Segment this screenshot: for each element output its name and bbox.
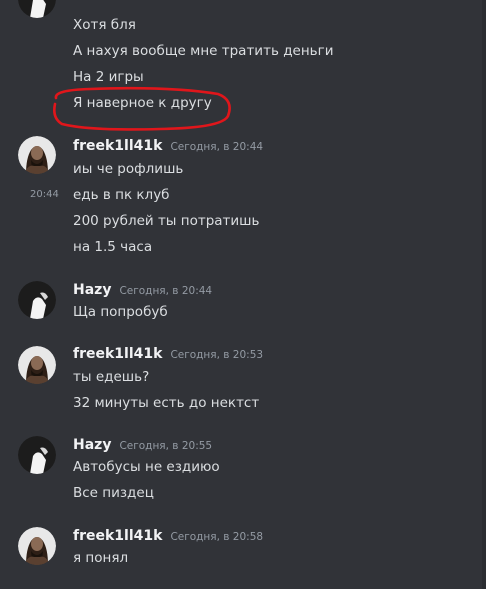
message-text: Я наверное к другу bbox=[73, 95, 212, 111]
skull-portrait-avatar-icon bbox=[18, 346, 56, 384]
scrollbar-track[interactable] bbox=[482, 0, 486, 589]
message-header: freek1ll41k Сегодня, в 20:58 bbox=[73, 528, 263, 548]
message-text: Автобусы не ездиюо bbox=[73, 459, 220, 475]
message-text: 200 рублей ты потратишь bbox=[73, 213, 260, 229]
hover-timestamp: 20:44 bbox=[30, 189, 59, 200]
author-name[interactable]: Hazy bbox=[73, 282, 111, 298]
message-header: freek1ll41k Сегодня, в 20:53 bbox=[73, 346, 263, 366]
message-text: Ща попробуб bbox=[73, 304, 168, 320]
author-name[interactable]: Hazy bbox=[73, 437, 111, 453]
skull-portrait-avatar-icon bbox=[18, 136, 56, 174]
hazy-avatar[interactable] bbox=[18, 436, 56, 474]
message-text: едь в пк клуб bbox=[73, 187, 170, 203]
message-header: Hazy Сегодня, в 20:55 bbox=[73, 437, 212, 457]
message-timestamp: Сегодня, в 20:44 bbox=[170, 141, 264, 153]
message-text: Хотя бля bbox=[73, 17, 136, 33]
message-text: на 1.5 часа bbox=[73, 239, 153, 255]
message-header: Hazy Сегодня, в 20:44 bbox=[73, 282, 212, 302]
white-figure-avatar-icon bbox=[18, 281, 56, 319]
message-text: иы че рофлишь bbox=[73, 161, 184, 177]
white-figure-avatar-icon bbox=[18, 436, 56, 474]
message-text: я понял bbox=[73, 550, 129, 566]
white-figure-avatar-icon bbox=[18, 0, 56, 18]
message-text: А нахуя вообще мне тратить деньги bbox=[73, 43, 334, 59]
skull-portrait-avatar-icon bbox=[18, 527, 56, 565]
message-text: 32 минуты есть до нектст bbox=[73, 395, 260, 411]
freek1ll41k-avatar[interactable] bbox=[18, 346, 56, 384]
message-header: freek1ll41k Сегодня, в 20:44 bbox=[73, 138, 263, 158]
hazy-avatar[interactable] bbox=[18, 0, 56, 18]
message-text: На 2 игры bbox=[73, 69, 144, 85]
message-text: Все пиздец bbox=[73, 485, 154, 501]
message-timestamp: Сегодня, в 20:55 bbox=[119, 440, 213, 452]
message-timestamp: Сегодня, в 20:53 bbox=[170, 349, 264, 361]
message-text: ты едешь? bbox=[73, 369, 150, 385]
chat-message-list: Хотя бля А нахуя вообще мне тратить день… bbox=[0, 0, 486, 589]
author-name[interactable]: freek1ll41k bbox=[73, 528, 162, 544]
hazy-avatar[interactable] bbox=[18, 281, 56, 319]
freek1ll41k-avatar[interactable] bbox=[18, 527, 56, 565]
message-timestamp: Сегодня, в 20:44 bbox=[119, 285, 213, 297]
freek1ll41k-avatar[interactable] bbox=[18, 136, 56, 174]
author-name[interactable]: freek1ll41k bbox=[73, 138, 162, 154]
message-timestamp: Сегодня, в 20:58 bbox=[170, 531, 264, 543]
author-name[interactable]: freek1ll41k bbox=[73, 346, 162, 362]
